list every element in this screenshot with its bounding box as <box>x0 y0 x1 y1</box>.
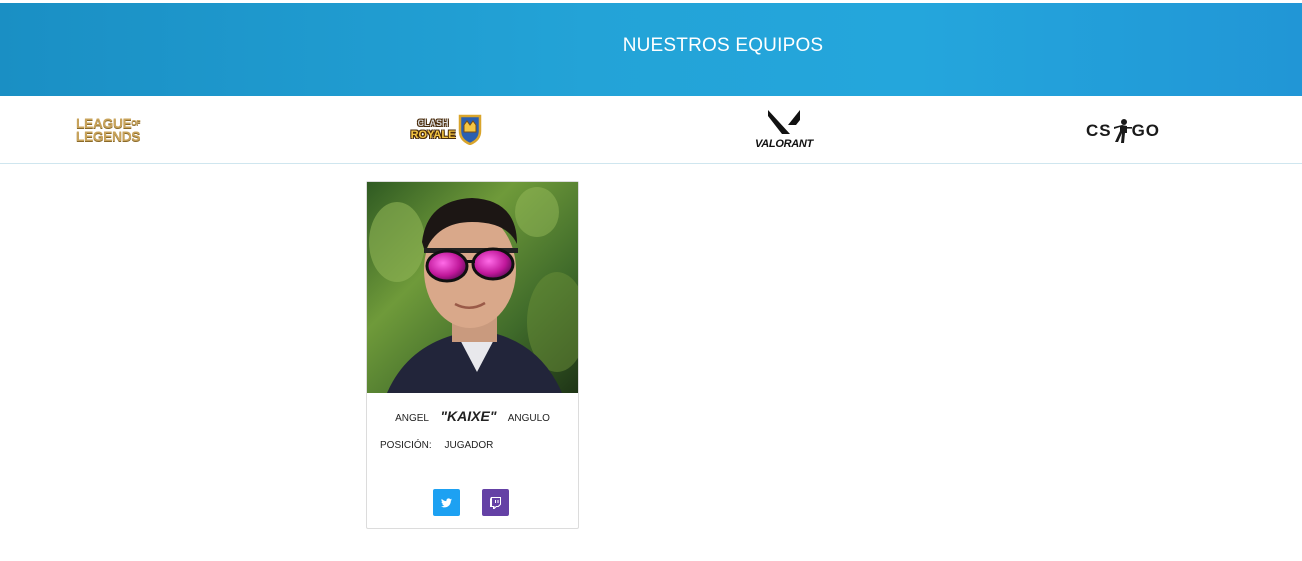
valorant-logo: VALORANT <box>755 108 813 150</box>
twitch-icon <box>490 496 501 509</box>
clash-royale-logo: CLASH ROYALE <box>411 113 484 145</box>
header-banner: NUESTROS EQUIPOS <box>0 3 1302 96</box>
league-of-legends-logo: LEAGUEOF LEGENDS <box>75 115 141 144</box>
game-selector-bar: LEAGUEOF LEGENDS CLASH ROYALE VALORANT C… <box>0 96 1302 164</box>
valorant-v-icon <box>767 110 800 134</box>
game-tab-league-of-legends[interactable]: LEAGUEOF LEGENDS <box>68 112 148 148</box>
twitter-icon <box>441 497 452 507</box>
player-photo <box>367 182 578 393</box>
twitch-button[interactable] <box>482 489 509 516</box>
game-tab-csgo[interactable]: CS GO <box>1082 116 1164 146</box>
page-title: NUESTROS EQUIPOS <box>622 35 824 56</box>
player-card[interactable]: ANGEL "KAIXE" ANGULO POSICIÓN: JUGADOR <box>366 181 579 529</box>
twitter-button[interactable] <box>433 489 460 516</box>
social-links <box>433 489 509 516</box>
game-tab-valorant[interactable]: VALORANT <box>748 104 820 154</box>
game-tab-clash-royale[interactable]: CLASH ROYALE <box>404 108 490 150</box>
player-name: ANGEL "KAIXE" ANGULO <box>367 408 578 424</box>
player-position: POSICIÓN: JUGADOR <box>380 440 493 451</box>
csgo-soldier-icon <box>1113 119 1132 143</box>
csgo-logo: CS GO <box>1086 118 1160 144</box>
position-label: POSICIÓN: <box>380 440 432 451</box>
player-last-name: ANGULO <box>507 413 550 424</box>
position-value: JUGADOR <box>444 440 494 451</box>
player-nickname: "KAIXE" <box>440 408 497 424</box>
clash-royale-shield-icon <box>459 114 482 145</box>
player-first-name: ANGEL <box>395 413 429 424</box>
